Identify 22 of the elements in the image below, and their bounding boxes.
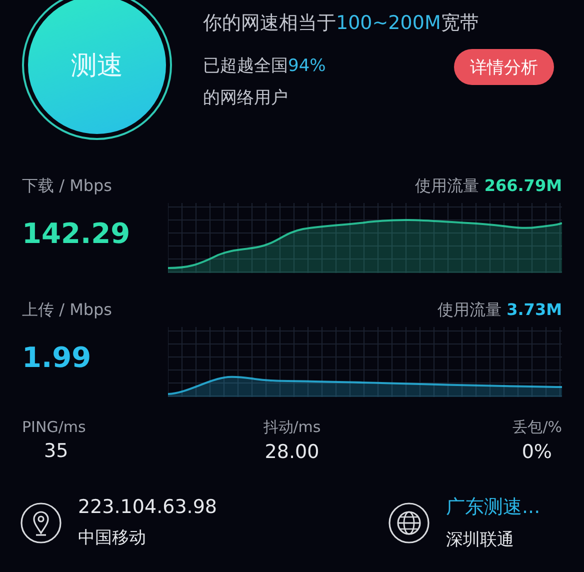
detail-analysis-button[interactable]: 详情分析 <box>454 49 554 85</box>
stat-value: 35 <box>44 440 68 462</box>
stat-value: 0% <box>522 441 552 463</box>
data-usage: 使用流量 3.73M <box>436 299 562 321</box>
rank-text: 的网络用户 <box>203 87 289 110</box>
server-title[interactable]: 广东测速... <box>446 494 540 520</box>
globe-icon <box>388 502 430 544</box>
stat-value: 28.00 <box>264 441 320 463</box>
server-subtitle: 中国移动 <box>78 527 147 549</box>
server-subtitle: 深圳联通 <box>446 529 515 551</box>
server-title: 223.104.63.98 <box>78 496 218 518</box>
metric-label: 上传 / Mbps <box>22 300 114 321</box>
speed-value: 1.99 <box>22 341 92 374</box>
data-usage: 使用流量 266.79M <box>414 175 562 197</box>
stat-label: 抖动/ms <box>263 418 321 437</box>
stat-label: PING/ms <box>22 418 86 436</box>
stat-label: 丢包/% <box>512 418 562 437</box>
speed-summary: 你的网速相当于100~200M宽带 <box>203 11 480 36</box>
metric-label: 下载 / Mbps <box>22 176 114 197</box>
speed-value: 142.29 <box>22 217 132 250</box>
rank-text: 已超越全国94% <box>203 55 326 78</box>
location-pin-icon <box>20 502 62 544</box>
